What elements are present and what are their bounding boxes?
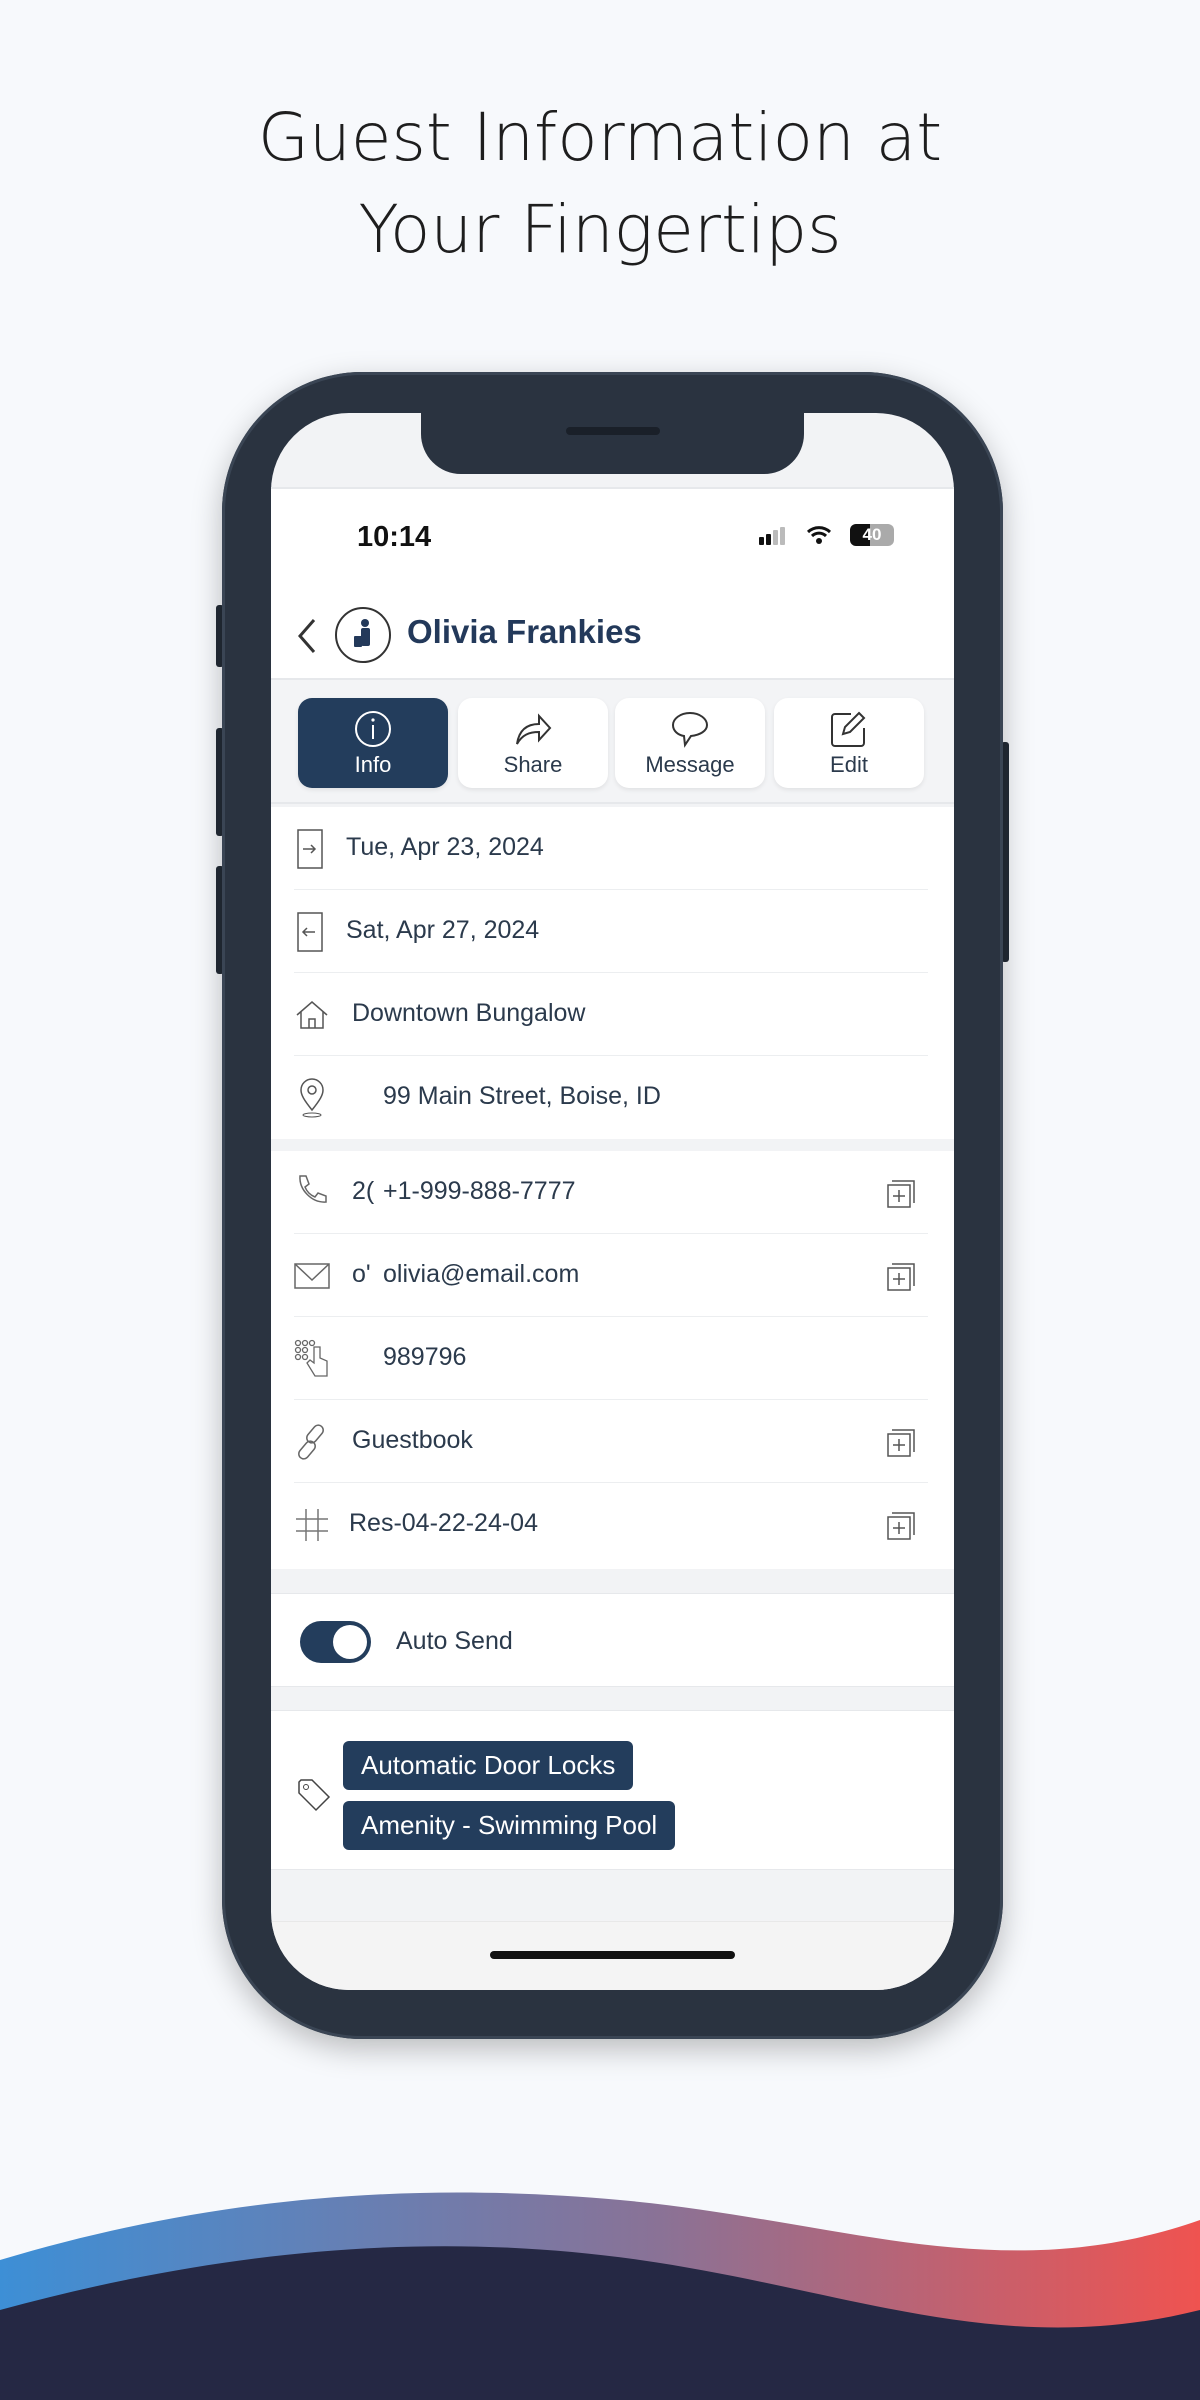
auto-send-label: Auto Send	[396, 1627, 513, 1655]
hash-icon	[296, 1509, 328, 1541]
action-tabs: Info Share Message Edit	[271, 678, 954, 804]
door-code-row: 989796	[294, 1317, 928, 1400]
wifi-icon	[806, 526, 832, 544]
house-icon	[296, 1001, 328, 1029]
phone-icon	[299, 1175, 327, 1203]
copy-icon[interactable]	[886, 1428, 916, 1458]
tab-share[interactable]: Share	[458, 698, 608, 788]
tag-icon	[298, 1779, 331, 1812]
email-row[interactable]: o' olivia@email.com	[294, 1234, 928, 1317]
decorative-wave	[0, 2192, 1200, 2400]
contact-section: 2(+1-999-888-7777 o' olivia@email.com 989…	[271, 1151, 954, 1569]
reservation-row[interactable]: Res-04-22-24-04	[294, 1483, 928, 1566]
tag-chip[interactable]: Amenity - Swimming Pool	[343, 1801, 676, 1850]
tab-message[interactable]: Message	[615, 698, 765, 788]
share-icon	[516, 713, 552, 745]
keypad-touch-icon	[294, 1339, 328, 1377]
door-enter-icon	[297, 829, 323, 869]
status-time: 10:14	[357, 521, 432, 553]
stay-section: Tue, Apr 23, 2024 Sat, Apr 27, 2024 Down…	[271, 807, 954, 1139]
notch	[421, 413, 804, 474]
guestbook-row[interactable]: Guestbook	[294, 1400, 928, 1483]
guest-name: Olivia Frankies	[407, 613, 642, 650]
tags-section: Automatic Door Locks Amenity - Swimming …	[271, 1710, 954, 1870]
phone-row[interactable]: 2(+1-999-888-7777	[294, 1151, 928, 1234]
back-chevron-icon[interactable]	[296, 618, 318, 654]
copy-icon[interactable]	[886, 1262, 916, 1292]
tab-info[interactable]: Info	[298, 698, 448, 788]
check-out-row: Sat, Apr 27, 2024	[294, 890, 928, 973]
copy-icon[interactable]	[886, 1511, 916, 1541]
tag-chip[interactable]: Automatic Door Locks	[343, 1741, 634, 1790]
battery-icon: 40	[850, 524, 894, 546]
message-icon	[671, 711, 709, 748]
auto-send-section: Auto Send	[271, 1593, 954, 1687]
property-row: Downtown Bungalow	[294, 973, 928, 1056]
location-pin-icon	[300, 1078, 324, 1118]
tab-edit[interactable]: Edit	[774, 698, 924, 788]
envelope-icon	[294, 1263, 330, 1289]
auto-send-toggle[interactable]	[300, 1621, 371, 1663]
info-icon	[355, 711, 391, 747]
headline: Guest Information at Your Fingertips	[257, 99, 943, 268]
door-exit-icon	[297, 912, 323, 952]
link-icon	[298, 1424, 324, 1460]
home-indicator[interactable]	[490, 1951, 735, 1959]
edit-icon	[831, 711, 866, 747]
check-in-row: Tue, Apr 23, 2024	[294, 807, 928, 890]
phone-screen: 10:14 40 Olivia Frankies Info Share Mess…	[271, 413, 954, 1990]
copy-icon[interactable]	[886, 1179, 916, 1209]
signal-icon	[759, 527, 785, 545]
address-row: 99 Main Street, Boise, ID	[294, 1056, 928, 1139]
guest-avatar	[335, 607, 391, 663]
